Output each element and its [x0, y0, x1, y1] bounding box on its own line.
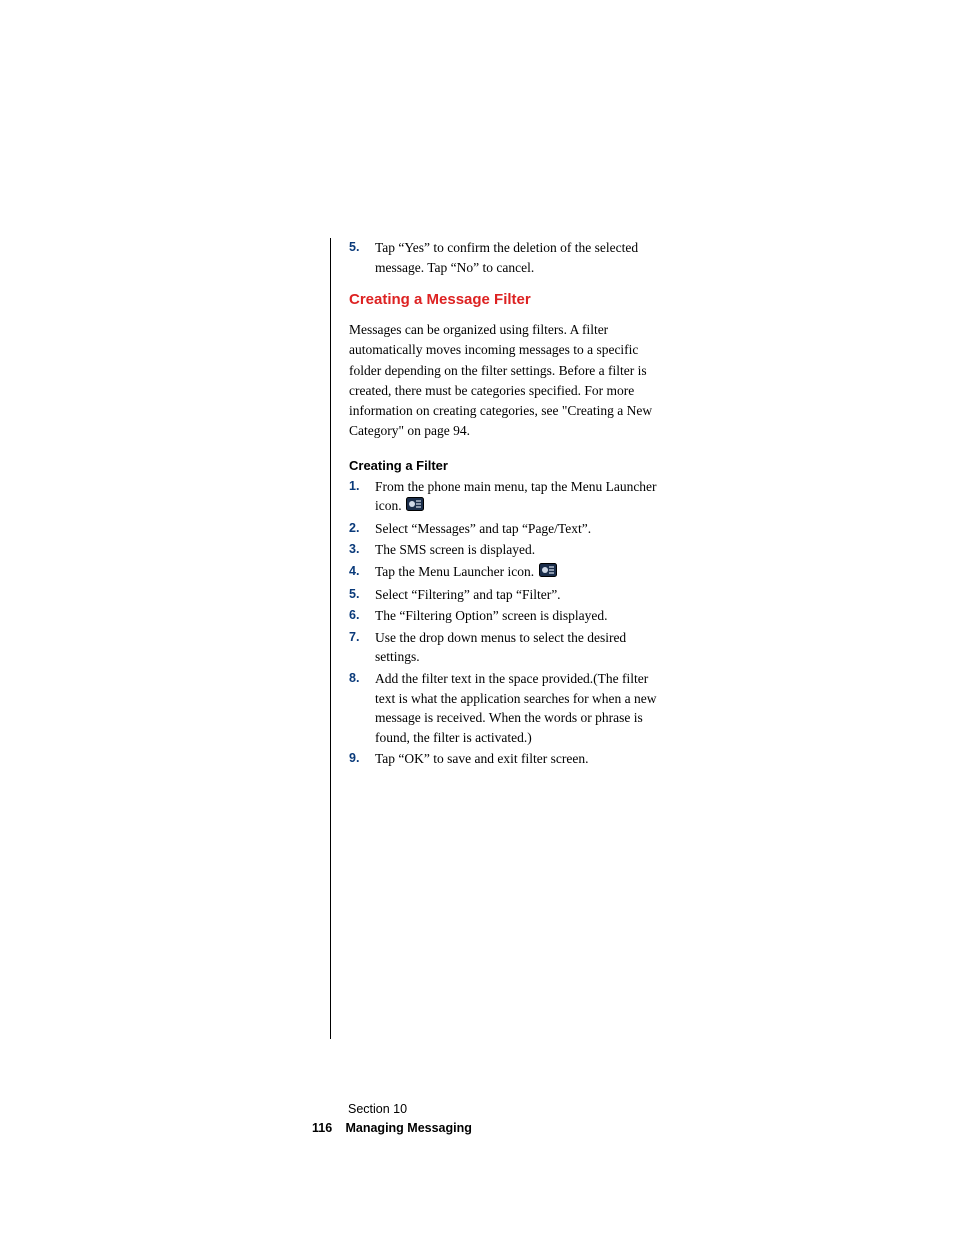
item-text: The SMS screen is displayed. — [375, 540, 659, 560]
list-item: 6. The “Filtering Option” screen is displ… — [349, 606, 659, 626]
item-text: Select “Filtering” and tap “Filter”. — [375, 585, 659, 605]
item-text: Select “Messages” and tap “Page/Text”. — [375, 519, 659, 539]
item-number: 3. — [349, 540, 363, 560]
item-text-pre: The SMS screen is displayed. — [375, 542, 535, 557]
item-text-pre: Use the drop down menus to select the de… — [375, 630, 626, 665]
item-text: Tap “OK” to save and exit filter screen. — [375, 749, 659, 769]
page-content: 5. Tap “Yes” to confirm the deletion of … — [330, 238, 659, 1039]
item-number: 9. — [349, 749, 363, 769]
item-text: Tap “Yes” to confirm the deletion of the… — [375, 238, 659, 277]
item-text: Tap the Menu Launcher icon. — [375, 562, 659, 583]
section-heading: Creating a Message Filter — [349, 291, 659, 308]
item-number: 5. — [349, 585, 363, 605]
item-text-pre: Select “Messages” and tap “Page/Text”. — [375, 521, 591, 536]
item-number: 8. — [349, 669, 363, 747]
footer-page-line: 116 Managing Messaging — [312, 1119, 472, 1138]
item-number: 2. — [349, 519, 363, 539]
footer-page-number: 116 — [312, 1119, 342, 1138]
footer-chapter: Managing Messaging — [345, 1121, 471, 1135]
sub-heading: Creating a Filter — [349, 458, 659, 473]
item-text: Add the filter text in the space provide… — [375, 669, 659, 747]
item-text: Use the drop down menus to select the de… — [375, 628, 659, 667]
item-number: 7. — [349, 628, 363, 667]
list-item: 5. Select “Filtering” and tap “Filter”. — [349, 585, 659, 605]
item-text: From the phone main menu, tap the Menu L… — [375, 477, 659, 517]
list-item: 1. From the phone main menu, tap the Menu… — [349, 477, 659, 517]
item-number: 1. — [349, 477, 363, 517]
item-text-pre: Add the filter text in the space provide… — [375, 671, 657, 745]
item-text-pre: The “Filtering Option” screen is display… — [375, 608, 607, 623]
list-item: 2. Select “Messages” and tap “Page/Text”. — [349, 519, 659, 539]
list-item: 3. The SMS screen is displayed. — [349, 540, 659, 560]
list-item: 9. Tap “OK” to save and exit filter scree… — [349, 749, 659, 769]
item-text-pre: Tap “OK” to save and exit filter screen. — [375, 751, 588, 766]
steps-ordered-list: 1. From the phone main menu, tap the Menu… — [349, 477, 659, 769]
list-item: 7. Use the drop down menus to select the … — [349, 628, 659, 667]
list-item: 8.Add the filter text in the space provi… — [349, 669, 659, 747]
list-item: 4. Tap the Menu Launcher icon. — [349, 562, 659, 583]
item-number: 5. — [349, 238, 363, 277]
menu-launcher-icon — [539, 563, 557, 583]
item-number: 6. — [349, 606, 363, 626]
item-text-pre: Select “Filtering” and tap “Filter”. — [375, 587, 561, 602]
intro-paragraph: Messages can be organized using filters.… — [349, 320, 659, 442]
footer-section-line: Section 10 — [348, 1100, 472, 1119]
item-text: The “Filtering Option” screen is display… — [375, 606, 659, 626]
list-item: 5. Tap “Yes” to confirm the deletion of … — [349, 238, 659, 277]
menu-launcher-icon — [406, 497, 424, 517]
page-footer: Section 10 116 Managing Messaging — [312, 1100, 472, 1138]
top-ordered-list: 5. Tap “Yes” to confirm the deletion of … — [349, 238, 659, 277]
item-text-pre: Tap the Menu Launcher icon. — [375, 564, 538, 579]
item-number: 4. — [349, 562, 363, 583]
